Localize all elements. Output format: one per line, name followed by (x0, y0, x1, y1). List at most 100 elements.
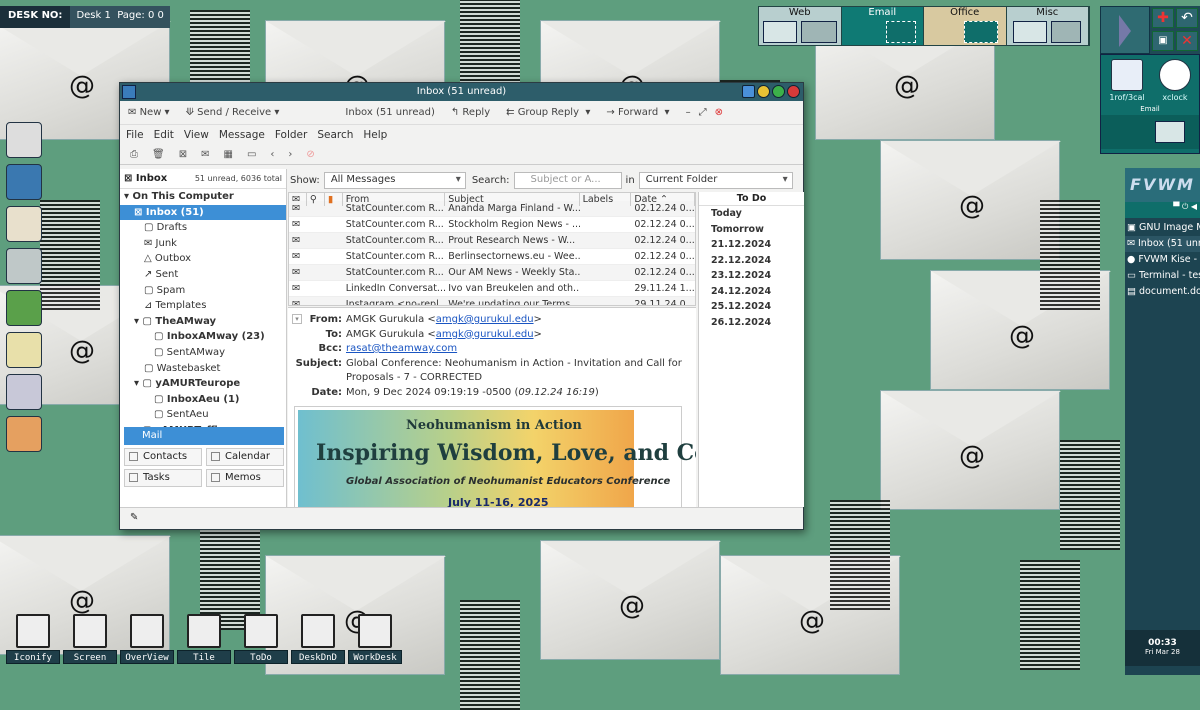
task-item[interactable]: ● FVWM Kise - / (1125, 252, 1200, 268)
pager-misc[interactable]: Misc (1006, 7, 1089, 45)
todo-day[interactable]: Tomorrow (699, 222, 804, 238)
task-item[interactable]: ▤ document.doc (1125, 284, 1200, 300)
print-icon[interactable]: ⎙ (130, 149, 138, 160)
overview-button[interactable]: OverView (120, 614, 174, 664)
folder-item[interactable]: △ Outbox (120, 251, 286, 267)
message-row[interactable]: ✉ StatCounter.com R... Our AM News - Weekl… (289, 265, 695, 281)
folder-item[interactable]: ▢ Spam (120, 283, 286, 299)
folder-item[interactable]: ▢ InboxAMway (23) (120, 329, 286, 345)
title-bar[interactable]: Inbox (51 unread) (120, 83, 803, 101)
screen-button[interactable]: Screen (63, 614, 117, 664)
calendar-switch-button[interactable]: Calendar (206, 448, 284, 466)
message-row[interactable]: ✉ StatCounter.com R... Ananda Marga Finlan… (289, 201, 695, 217)
folder-item[interactable]: ✉ Junk (120, 236, 286, 252)
folder-item[interactable]: ▾ On This Computer (120, 189, 286, 205)
globe-icon[interactable] (6, 164, 42, 200)
stop-icon[interactable]: ⊘ (306, 149, 314, 160)
folder-item[interactable]: ▢ Drafts (120, 220, 286, 236)
tile-button[interactable]: Tile (177, 614, 231, 664)
todo-day[interactable]: 26.12.2024 (699, 315, 804, 331)
offline-icon[interactable]: ✎ (130, 512, 138, 523)
memos-switch-button[interactable]: Memos (206, 469, 284, 487)
tile-window-button[interactable] (742, 85, 755, 98)
restore-icon[interactable]: ⤢ (699, 107, 707, 118)
folder-item[interactable]: ▢ InboxAeu (1) (120, 392, 286, 408)
move-icon[interactable]: ✚ (1152, 8, 1174, 28)
message-row[interactable]: ✉ StatCounter.com R... Berlinsectornews.eu… (289, 249, 695, 265)
task-item[interactable]: ▣ GNU Image M (1125, 220, 1200, 236)
search-scope-select[interactable]: Current Folder (638, 171, 793, 189)
close-icon[interactable]: ✕ (1176, 31, 1198, 51)
deskdnd-button[interactable]: DeskDnD (291, 614, 345, 664)
forward-nav-icon[interactable]: › (288, 149, 292, 160)
delete-icon[interactable]: 🗑 (152, 149, 165, 160)
todo-day[interactable]: Today (699, 206, 804, 222)
mail-stack-icon[interactable] (6, 206, 42, 242)
close-circle-icon[interactable]: ⊗ (715, 107, 723, 118)
pencils-icon[interactable] (6, 290, 42, 326)
minimize-icon[interactable]: – (686, 107, 691, 118)
xclock-app[interactable]: xclock (1151, 57, 1199, 102)
maximize-icon[interactable]: ▣ (1152, 31, 1174, 51)
show-filter-select[interactable]: All Messages (323, 171, 466, 189)
minimize-button[interactable] (757, 85, 770, 98)
undo-icon[interactable]: ↶ (1176, 8, 1198, 28)
film-reel-icon[interactable] (6, 374, 42, 410)
search-input[interactable]: Subject or A... (513, 171, 622, 189)
menu-edit[interactable]: Edit (154, 129, 174, 141)
folder-item[interactable]: ▾ ▢ yAMURTeurope (120, 376, 286, 392)
todo-button[interactable]: ToDo (234, 614, 288, 664)
task-item[interactable]: ▭ Terminal - tes (1125, 268, 1200, 284)
to-email-link[interactable]: amgk@gurukul.edu (436, 329, 534, 340)
menu-search[interactable]: Search (317, 129, 353, 141)
close-button[interactable] (787, 85, 800, 98)
pager-web[interactable]: Web (759, 7, 842, 45)
folder-item[interactable]: ⊠ Inbox (51) (120, 204, 286, 221)
iconify-button[interactable]: Iconify (6, 614, 60, 664)
todo-day[interactable]: 24.12.2024 (699, 284, 804, 300)
todo-day[interactable]: 25.12.2024 (699, 299, 804, 315)
folder-item[interactable]: ▾ ▢ TheAMway (120, 314, 286, 330)
move-arrow-button[interactable] (1100, 6, 1150, 54)
new-button[interactable]: ✉ New ▾ (128, 107, 170, 118)
from-email-link[interactable]: amgk@gurukul.edu (436, 314, 534, 325)
maximize-button[interactable] (772, 85, 785, 98)
todo-day[interactable]: 23.12.2024 (699, 268, 804, 284)
folder-item[interactable]: ▢ SentAMway (120, 345, 286, 361)
workdesk-button[interactable]: WorkDesk (348, 614, 402, 664)
terminal-icon[interactable] (6, 332, 42, 368)
folder-item[interactable]: ↗ Sent (120, 267, 286, 283)
folder-item[interactable]: ▢ SentAeu (120, 407, 286, 423)
tasks-switch-button[interactable]: Tasks (124, 469, 202, 487)
forward-button[interactable]: → Forward ▾ (606, 107, 669, 118)
message-row[interactable]: ✉ StatCounter.com R... Stockholm Region Ne… (289, 217, 695, 233)
bcc-email-link[interactable]: rasat@theamway.com (346, 343, 457, 354)
todo-day[interactable]: 22.12.2024 (699, 253, 804, 269)
pager-email[interactable]: Email (841, 7, 924, 45)
not-junk-icon[interactable]: ✉ (201, 149, 209, 160)
contacts-switch-button[interactable]: Contacts (124, 448, 202, 466)
send-receive-button[interactable]: ⟱ Send / Receive ▾ (186, 107, 280, 118)
menu-file[interactable]: File (126, 129, 144, 141)
menu-help[interactable]: Help (363, 129, 387, 141)
desk-number[interactable]: Desk 1 Page: 0 0 (70, 6, 170, 28)
group-reply-button[interactable]: ⇇ Group Reply ▾ (506, 107, 590, 118)
back-icon[interactable]: ‹ (270, 149, 274, 160)
pager-office[interactable]: Office (924, 7, 1007, 45)
reply-button[interactable]: ↰ Reply (451, 107, 490, 118)
menu-message[interactable]: Message (219, 129, 265, 141)
calendar-app[interactable]: 1rof/3cal (1103, 57, 1151, 102)
menu-view[interactable]: View (184, 129, 209, 141)
drawer-icon[interactable] (6, 248, 42, 284)
app-menu-icon[interactable] (122, 85, 136, 99)
email-mini-window[interactable] (1101, 115, 1199, 149)
mail-switch-button[interactable]: Mail (124, 427, 284, 445)
archive-icon[interactable]: ▦ (223, 149, 232, 160)
collapse-headers-icon[interactable]: ▾ (292, 314, 302, 324)
palette-icon[interactable] (6, 416, 42, 452)
task-item[interactable]: ✉ Inbox (51 unre (1125, 236, 1200, 252)
folder-item[interactable]: ▢ Wastebasket (120, 361, 286, 377)
message-row[interactable]: ✉ LinkedIn Conversat... Ivo van Breukelen … (289, 281, 695, 297)
menu-folder[interactable]: Folder (275, 129, 307, 141)
message-row[interactable]: ✉ StatCounter.com R... Prout Research News… (289, 233, 695, 249)
